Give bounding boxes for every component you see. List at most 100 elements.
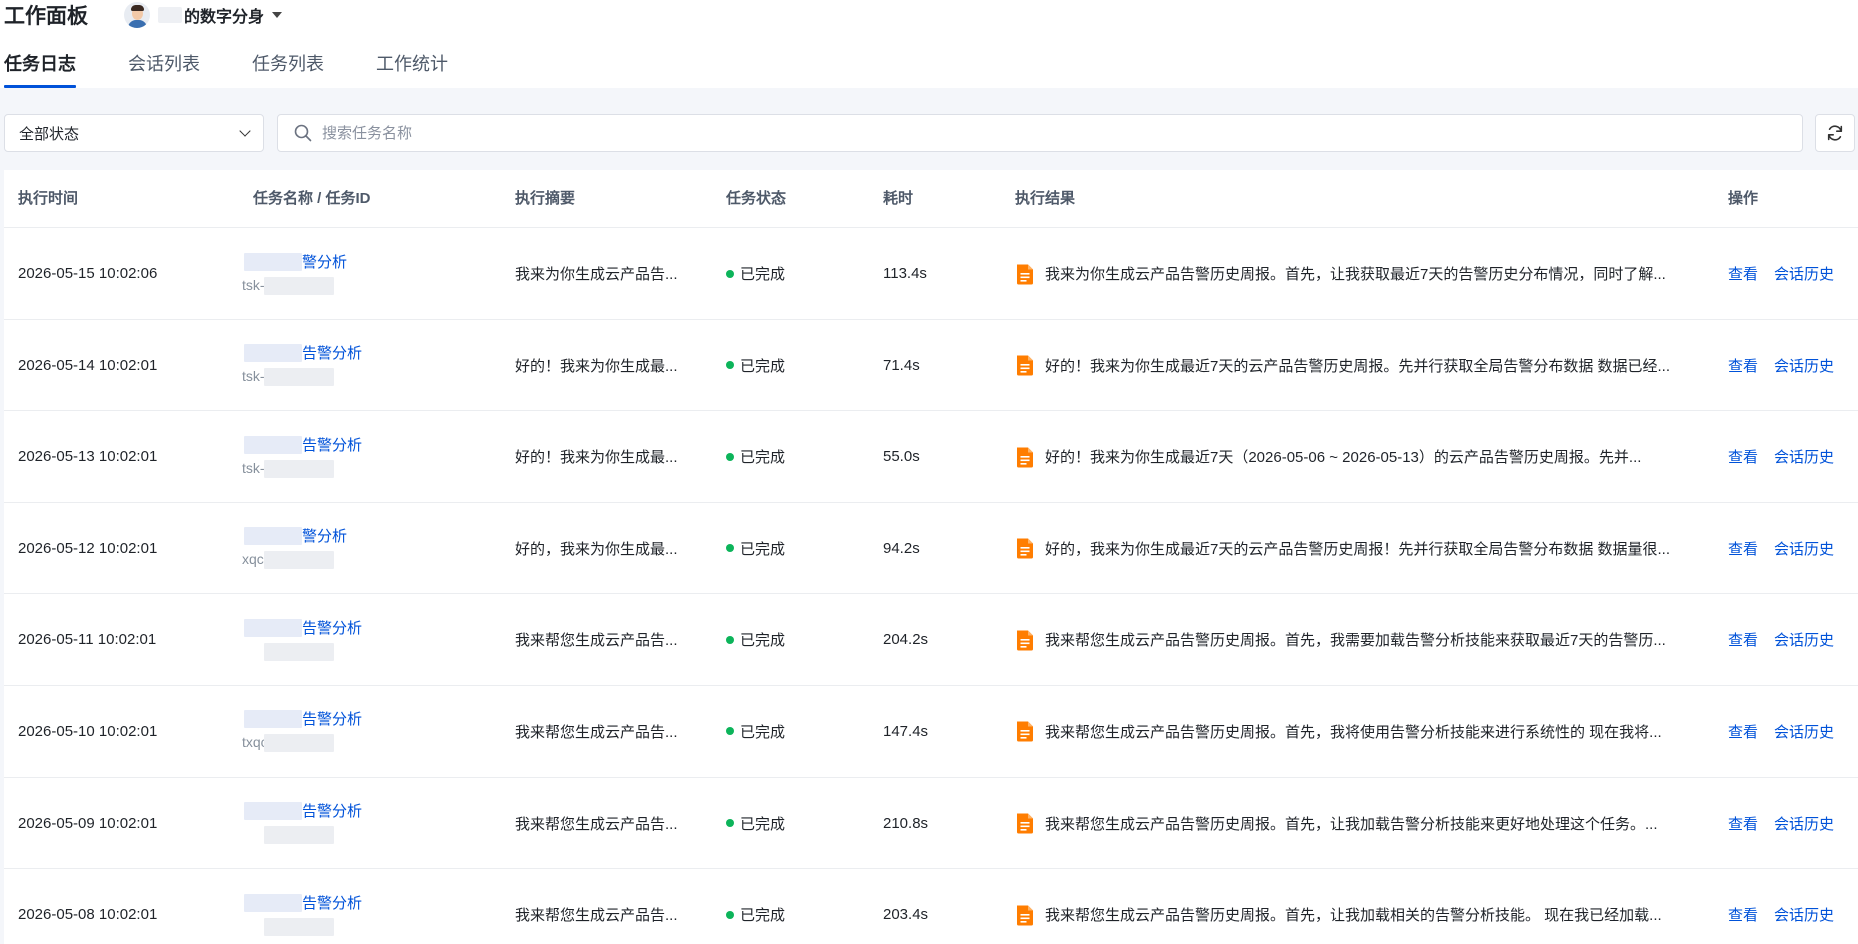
redacted-task-id <box>264 917 334 936</box>
status-badge: 已完成 <box>726 411 785 502</box>
document-icon <box>1017 447 1033 468</box>
duration: 210.8s <box>883 814 929 832</box>
session-history-link[interactable]: 会话历史 <box>1774 813 1834 834</box>
status-badge: 已完成 <box>726 594 785 685</box>
caret-down-icon <box>272 12 283 18</box>
execution-result: 好的！我来为你生成最近7天的云产品告警历史周报。先并行获取全局告警分布数据 数据… <box>1015 320 1695 411</box>
session-history-link[interactable]: 会话历史 <box>1774 629 1834 650</box>
task-name-link[interactable]: 告警分析 <box>240 618 362 639</box>
task-name-cell: 警分析 xqc5 <box>240 503 440 594</box>
session-history-link[interactable]: 会话历史 <box>1774 263 1834 284</box>
view-link[interactable]: 查看 <box>1728 263 1758 284</box>
status-dot-icon <box>726 910 734 919</box>
row-actions: 查看 会话历史 <box>1728 686 1850 777</box>
session-history-link[interactable]: 会话历史 <box>1774 721 1834 742</box>
task-name-link[interactable]: 警分析 <box>240 527 347 547</box>
view-link[interactable]: 查看 <box>1728 904 1758 925</box>
result-text: 我来为你生成云产品告警历史周报。首先，让我获取最近7天的告警历史分布情况，同时了… <box>1045 266 1666 283</box>
page-header: 工作面板 的数字分身 任务日志 会话列表 任务列表 工作统计 <box>0 0 1858 88</box>
execution-time: 2026-05-14 10:02:01 <box>18 356 158 374</box>
agent-switcher[interactable]: 的数字分身 <box>124 2 283 28</box>
execution-time: 2026-05-12 10:02:01 <box>18 539 158 557</box>
document-icon <box>1017 264 1033 284</box>
view-link[interactable]: 查看 <box>1728 355 1758 376</box>
main-content: 全部状态 执行时间 任务名称 / 任务ID 执行摘要 任务状态 耗时 执行结果 … <box>0 88 1858 944</box>
status-badge: 已完成 <box>726 228 785 319</box>
table-row: 2026-05-15 10:02:06 警分析 tsk-b 我来为你生成云产品告… <box>4 228 1858 320</box>
tab-task-log[interactable]: 任务日志 <box>4 44 76 88</box>
document-icon <box>1017 355 1033 376</box>
table-row: 2026-05-10 10:02:01 告警分析 txqc5 我来帮您生成云产品… <box>4 686 1858 778</box>
document-icon <box>1017 630 1033 651</box>
tab-bar: 任务日志 会话列表 任务列表 工作统计 <box>0 44 500 88</box>
status-filter-select[interactable]: 全部状态 <box>4 114 264 152</box>
duration: 71.4s <box>883 356 920 374</box>
view-link[interactable]: 查看 <box>1728 721 1758 742</box>
task-id: tsk-b <box>240 275 334 295</box>
task-id: xqc5 <box>240 549 334 570</box>
status-dot-icon <box>726 452 734 461</box>
execution-summary: 好的！我来为你生成最... <box>515 449 678 467</box>
task-name-text: 告警分析 <box>302 803 363 821</box>
view-link[interactable]: 查看 <box>1728 629 1758 650</box>
refresh-button[interactable] <box>1815 114 1855 152</box>
redacted-task-id <box>264 826 334 845</box>
execution-summary: 我来帮您生成云产品告... <box>515 723 678 741</box>
session-history-link[interactable]: 会话历史 <box>1774 904 1834 925</box>
result-text: 好的！我来为你生成最近7天的云产品告警历史周报。先并行获取全局告警分布数据 数据… <box>1045 357 1671 375</box>
redacted-task-id <box>264 368 334 387</box>
task-name-link[interactable]: 告警分析 <box>240 435 363 456</box>
result-text: 我来帮您生成云产品告警历史周报。首先，让我加载相关的告警分析技能。 现在我已经加… <box>1045 907 1662 925</box>
redacted-task-name <box>244 618 302 637</box>
view-link[interactable]: 查看 <box>1728 446 1758 467</box>
row-actions: 查看 会话历史 <box>1728 869 1850 944</box>
search-input[interactable] <box>322 124 1722 142</box>
task-name-link[interactable]: 告警分析 <box>240 710 362 730</box>
redacted-name <box>158 7 182 23</box>
tab-task-list[interactable]: 任务列表 <box>252 44 324 88</box>
agent-name: 的数字分身 <box>184 9 265 26</box>
search-icon <box>294 124 312 142</box>
status-dot-icon <box>726 269 734 278</box>
redacted-task-id <box>264 642 334 661</box>
task-name-cell: 告警分析 <box>240 778 440 869</box>
duration: 55.0s <box>883 448 920 466</box>
execution-summary: 好的！我来为你生成最... <box>515 357 678 375</box>
status-text: 已完成 <box>740 266 786 283</box>
task-id <box>240 641 334 661</box>
task-name-link[interactable]: 告警分析 <box>240 344 362 364</box>
status-text: 已完成 <box>740 723 786 741</box>
tab-work-stats[interactable]: 工作统计 <box>376 44 448 88</box>
redacted-task-id <box>264 276 334 295</box>
result-text: 我来帮您生成云产品告警历史周报。首先，让我加载告警分析技能来更好地处理这个任务。… <box>1045 815 1658 833</box>
task-id <box>240 916 334 936</box>
tab-session-list[interactable]: 会话列表 <box>128 44 200 88</box>
redacted-task-name <box>244 435 302 454</box>
task-name-link[interactable]: 警分析 <box>240 252 348 273</box>
status-dot-icon <box>726 635 734 644</box>
status-badge: 已完成 <box>726 320 785 411</box>
status-badge: 已完成 <box>726 503 785 594</box>
status-text: 已完成 <box>740 907 786 925</box>
view-link[interactable]: 查看 <box>1728 813 1758 834</box>
execution-result: 我来为你生成云产品告警历史周报。首先，让我获取最近7天的告警历史分布情况，同时了… <box>1015 228 1695 319</box>
task-name-cell: 告警分析 txqc5 <box>240 686 440 777</box>
redacted-task-name <box>244 893 302 912</box>
task-name-text: 告警分析 <box>302 436 363 454</box>
duration: 94.2s <box>883 539 920 557</box>
task-name-text: 警分析 <box>302 253 348 271</box>
document-icon <box>1017 721 1033 742</box>
task-name-link[interactable]: 告警分析 <box>240 893 362 914</box>
execution-result: 我来帮您生成云产品告警历史周报。首先，让我加载告警分析技能来更好地处理这个任务。… <box>1015 778 1695 869</box>
title-row: 工作面板 的数字分身 <box>0 0 283 30</box>
view-link[interactable]: 查看 <box>1728 538 1758 559</box>
task-name-cell: 告警分析 <box>240 869 440 944</box>
task-name-cell: 告警分析 tsk-bcwtxqc5 <box>240 411 440 502</box>
row-actions: 查看 会话历史 <box>1728 503 1850 594</box>
task-name-link[interactable]: 告警分析 <box>240 802 362 822</box>
task-log-table: 执行时间 任务名称 / 任务ID 执行摘要 任务状态 耗时 执行结果 操作 20… <box>4 170 1858 944</box>
session-history-link[interactable]: 会话历史 <box>1774 446 1834 467</box>
session-history-link[interactable]: 会话历史 <box>1774 538 1834 559</box>
table-row: 2026-05-08 10:02:01 告警分析 我来帮您生成云产品告... 已… <box>4 869 1858 944</box>
session-history-link[interactable]: 会话历史 <box>1774 355 1834 376</box>
